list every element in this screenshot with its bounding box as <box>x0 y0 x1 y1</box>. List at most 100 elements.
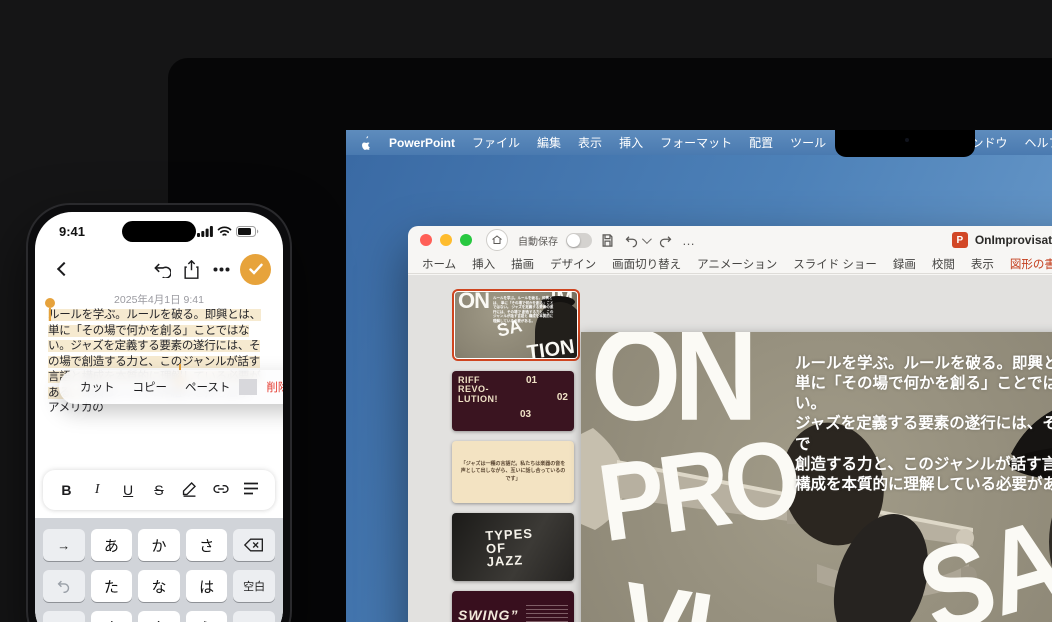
slide-letter-pro: PRO <box>593 430 802 551</box>
document-title: OnImprovisation <box>975 233 1052 247</box>
key-ha[interactable]: は <box>186 570 228 602</box>
tab-design[interactable]: デザイン <box>550 256 596 272</box>
slide-thumbnail-panel: ON IM SA TION ルールを学ぶ。ルールを破る。即興とは、 単に「その場… <box>452 289 584 622</box>
key-na[interactable]: な <box>138 570 180 602</box>
menu-item-edit[interactable]: 編集 <box>537 134 561 151</box>
close-window-button[interactable] <box>420 234 432 246</box>
key-a[interactable]: あ <box>91 529 133 561</box>
context-paste[interactable]: ペースト <box>176 379 239 395</box>
key-ra[interactable]: ら <box>186 611 228 622</box>
thumbnail-slide-4[interactable]: TYPES OF JAZZ <box>452 513 574 581</box>
thumbnail-slide-1-selected[interactable]: ON IM SA TION ルールを学ぶ。ルールを破る。即興とは、 単に「その場… <box>452 289 580 361</box>
autosave-toggle[interactable] <box>566 233 592 248</box>
undo-icon[interactable] <box>623 233 649 248</box>
slide-letter-sa: SA <box>910 509 1052 622</box>
tab-insert[interactable]: 挿入 <box>472 256 495 272</box>
context-delete[interactable]: 削除 <box>257 379 283 395</box>
done-check-button[interactable] <box>240 254 271 285</box>
macbook-display: PowerPoint ファイル 編集 表示 挿入 フォーマット 配置 ツール ス… <box>168 58 1052 622</box>
share-button[interactable] <box>176 254 206 284</box>
tab-draw[interactable]: 描画 <box>511 256 534 272</box>
thumbnail-slide-3[interactable]: 「ジャズは一種の言語だ。私たちは楽器の音を声として出しながら、互いに話し合ってい… <box>452 441 574 503</box>
tab-slideshow[interactable]: スライド ショー <box>793 256 877 272</box>
backspace-icon <box>244 538 264 552</box>
context-copy[interactable]: コピー <box>124 379 177 395</box>
battery-icon <box>236 226 259 237</box>
key-ya[interactable]: や <box>138 611 180 622</box>
mac-screen: PowerPoint ファイル 編集 表示 挿入 フォーマット 配置 ツール ス… <box>346 130 1052 622</box>
key-ka[interactable]: か <box>138 529 180 561</box>
tab-review[interactable]: 校閲 <box>932 256 955 272</box>
bold-button[interactable]: B <box>54 482 78 498</box>
ppt-content-area: ON IM SA TION ルールを学ぶ。ルールを破る。即興とは、 単に「その場… <box>408 275 1052 622</box>
save-icon[interactable] <box>600 233 615 248</box>
ribbon-tabs: ホーム 挿入 描画 デザイン 画面切り替え アニメーション スライド ショー 録… <box>408 254 1052 274</box>
italic-button[interactable]: I <box>85 482 109 498</box>
tab-view[interactable]: 表示 <box>971 256 994 272</box>
powerpoint-window: 自動保存 … P OnImprovisation <box>408 226 1052 622</box>
menu-item-help[interactable]: ヘルプ <box>1024 134 1052 151</box>
key-undo[interactable] <box>43 570 85 602</box>
tab-home[interactable]: ホーム <box>422 256 456 272</box>
key-arrow-right[interactable]: → <box>43 529 85 561</box>
camera-dot <box>905 138 909 142</box>
note-date-line: 2025年4月1日 9:41 <box>35 292 283 307</box>
menu-item-arrange[interactable]: 配置 <box>749 134 773 151</box>
iphone-screen: 9:41 <box>35 212 283 622</box>
undo-key-icon <box>56 579 71 593</box>
powerpoint-doc-icon: P <box>952 232 968 248</box>
menu-item-tools[interactable]: ツール <box>790 134 826 151</box>
key-space[interactable]: 空白 <box>233 570 275 602</box>
wifi-icon <box>217 226 232 237</box>
redo-icon[interactable] <box>657 233 674 248</box>
thumb-text-lines <box>526 605 568 622</box>
japanese-keyboard: → あ か さ た な は 空白 <box>35 518 283 622</box>
thumbnail-slide-5[interactable]: SWING” <box>452 591 574 622</box>
underline-button[interactable]: U <box>116 482 140 498</box>
tab-transitions[interactable]: 画面切り替え <box>612 256 681 272</box>
undo-button[interactable] <box>146 254 176 284</box>
home-icon[interactable] <box>486 229 508 251</box>
zoom-window-button[interactable] <box>460 234 472 246</box>
macbook-notch <box>835 130 975 157</box>
key-ma[interactable]: ま <box>91 611 133 622</box>
window-titlebar: 自動保存 … P OnImprovisation <box>408 226 1052 254</box>
slide-letter-on: ON <box>591 332 751 432</box>
menu-item-format[interactable]: フォーマット <box>660 134 732 151</box>
autosave-label: 自動保存 <box>518 233 558 248</box>
thumbnail-slide-2[interactable]: RIFF REVO- LUTION! 01 02 03 <box>452 371 574 431</box>
menu-item-file[interactable]: ファイル <box>472 134 520 151</box>
selection-handle-start[interactable] <box>45 298 55 321</box>
context-cut[interactable]: カット <box>71 379 124 395</box>
list-format-button[interactable] <box>239 482 263 498</box>
main-slide-canvas[interactable]: ON I PRO VI SA TIO ルールを学ぶ。ルールを破る。即興とは、 単… <box>581 332 1052 622</box>
iphone-nav-bar <box>49 252 271 286</box>
tab-shape-format[interactable]: 図形の書式設定 <box>1010 256 1052 272</box>
text-context-menu: カット コピー ペースト 削除 <box>59 370 283 404</box>
key-abc[interactable]: ABC <box>43 611 85 622</box>
slide-letter-vi: VI <box>614 573 714 622</box>
key-return[interactable] <box>233 611 275 622</box>
scene: PowerPoint ファイル 編集 表示 挿入 フォーマット 配置 ツール ス… <box>0 0 1052 622</box>
strikethrough-button[interactable]: S <box>147 482 171 498</box>
slide-body-text[interactable]: ルールを学ぶ。ルールを破る。即興とは、 単に「その場で何かを創る」ことではない。… <box>795 354 1052 495</box>
back-button[interactable] <box>49 254 79 284</box>
key-backspace[interactable] <box>233 529 275 561</box>
key-ta[interactable]: た <box>91 570 133 602</box>
highlight-pen-button[interactable] <box>178 480 202 500</box>
format-toolbar: B I U S <box>43 470 275 510</box>
apple-logo-icon[interactable] <box>360 136 372 150</box>
minimize-window-button[interactable] <box>440 234 452 246</box>
menu-app-name[interactable]: PowerPoint <box>389 136 455 150</box>
tab-animations[interactable]: アニメーション <box>697 256 777 272</box>
dynamic-island <box>122 221 196 242</box>
iphone-device: 9:41 <box>26 203 292 622</box>
more-options-button[interactable] <box>206 254 236 284</box>
link-button[interactable] <box>209 481 233 500</box>
cellular-signal-icon <box>197 226 213 237</box>
menu-item-insert[interactable]: 挿入 <box>619 134 643 151</box>
key-sa[interactable]: さ <box>186 529 228 561</box>
more-commands-button[interactable]: … <box>682 233 696 248</box>
tab-record[interactable]: 録画 <box>893 256 916 272</box>
menu-item-view[interactable]: 表示 <box>578 134 602 151</box>
